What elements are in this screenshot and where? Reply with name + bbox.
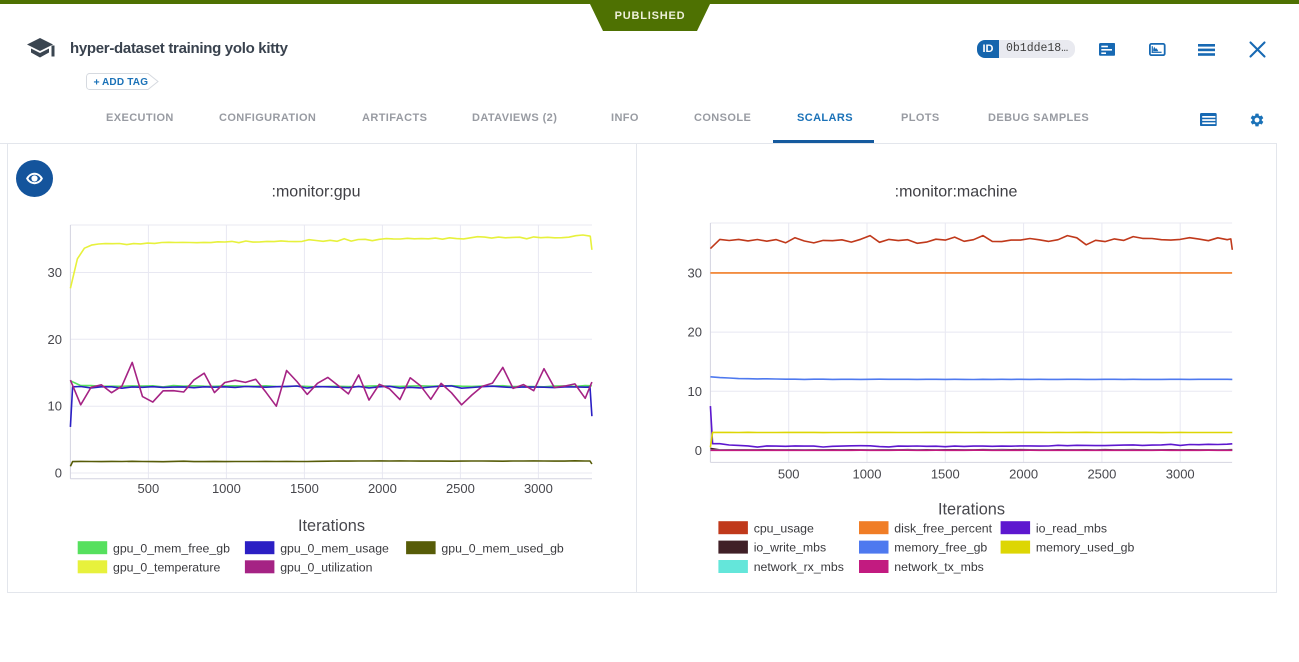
svg-text:500: 500	[778, 467, 800, 482]
svg-text:10: 10	[688, 384, 702, 399]
svg-text:500: 500	[138, 481, 160, 496]
svg-text:2000: 2000	[368, 481, 397, 496]
svg-text:Iterations: Iterations	[938, 501, 1005, 519]
svg-text:1000: 1000	[853, 467, 882, 482]
svg-text::monitor:machine: :monitor:machine	[895, 184, 1018, 201]
svg-text:20: 20	[688, 325, 702, 340]
svg-text:io_read_mbs: io_read_mbs	[1036, 521, 1107, 535]
svg-text:gpu_0_mem_usage: gpu_0_mem_usage	[280, 541, 389, 555]
svg-text:1000: 1000	[212, 481, 241, 496]
svg-text:10: 10	[48, 399, 62, 414]
svg-text:30: 30	[688, 265, 702, 280]
svg-text:0: 0	[695, 443, 702, 458]
svg-text:2000: 2000	[1009, 467, 1038, 482]
svg-text:network_tx_mbs: network_tx_mbs	[894, 560, 984, 574]
svg-text:io_write_mbs: io_write_mbs	[754, 541, 826, 555]
svg-text:30: 30	[48, 265, 62, 280]
svg-text:gpu_0_temperature: gpu_0_temperature	[113, 560, 220, 574]
svg-text:gpu_0_mem_used_gb: gpu_0_mem_used_gb	[441, 541, 564, 555]
svg-text:0: 0	[55, 466, 62, 481]
svg-text:memory_free_gb: memory_free_gb	[894, 541, 987, 555]
svg-text:gpu_0_mem_free_gb: gpu_0_mem_free_gb	[113, 541, 230, 555]
svg-text:1500: 1500	[290, 481, 319, 496]
svg-text:3000: 3000	[524, 481, 553, 496]
svg-text::monitor:gpu: :monitor:gpu	[272, 184, 361, 201]
svg-text:20: 20	[48, 332, 62, 347]
svg-text:2500: 2500	[1087, 467, 1116, 482]
svg-text:gpu_0_utilization: gpu_0_utilization	[280, 560, 372, 574]
svg-text:Iterations: Iterations	[298, 517, 365, 535]
svg-text:2500: 2500	[446, 481, 475, 496]
svg-text:disk_free_percent: disk_free_percent	[894, 521, 992, 535]
svg-text:memory_used_gb: memory_used_gb	[1036, 541, 1135, 555]
svg-text:network_rx_mbs: network_rx_mbs	[754, 560, 844, 574]
svg-text:cpu_usage: cpu_usage	[754, 521, 814, 535]
svg-text:1500: 1500	[931, 467, 960, 482]
svg-text:3000: 3000	[1166, 467, 1195, 482]
